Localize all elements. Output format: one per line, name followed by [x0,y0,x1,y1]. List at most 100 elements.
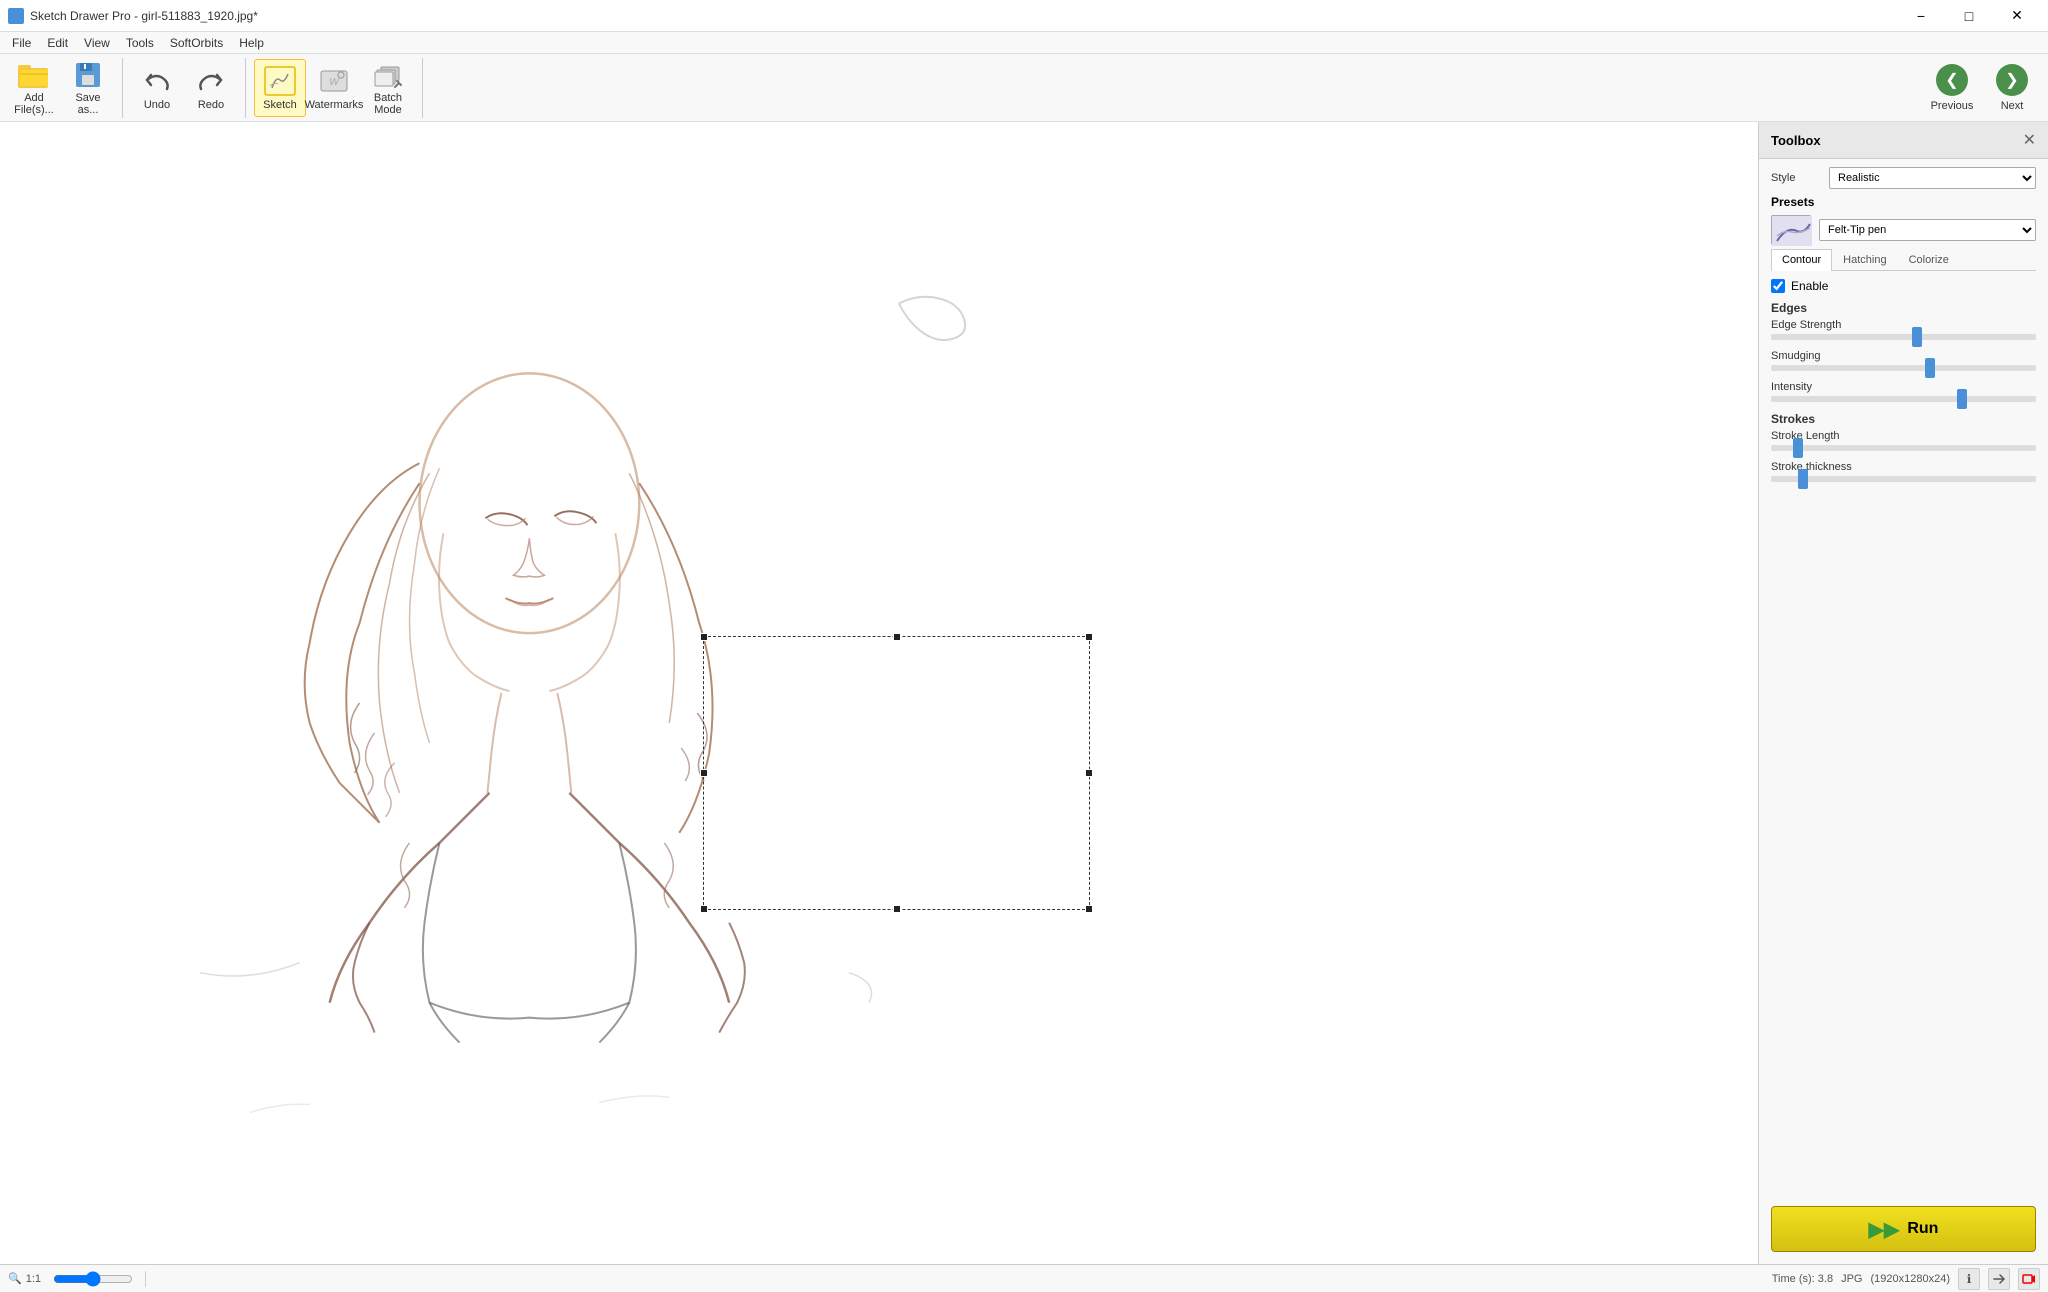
presets-icon [1771,215,1811,245]
batch-icon [372,60,404,90]
menu-help[interactable]: Help [231,32,272,54]
save-icon [72,60,104,90]
status-divider [145,1271,146,1287]
strokes-header: Strokes [1771,412,2036,426]
canvas-area[interactable] [0,122,1758,1264]
next-button[interactable]: ❯ Next [1984,59,2040,117]
stroke-length-row: Stroke Length [1771,430,2036,451]
menu-bar: File Edit View Tools SoftOrbits Help [0,32,2048,54]
menu-softorbits[interactable]: SoftOrbits [162,32,231,54]
tab-hatching[interactable]: Hatching [1832,249,1897,270]
batch-mode-button[interactable]: Batch Mode [362,59,414,117]
zoom-icon: 🔍 [8,1272,22,1285]
edge-strength-label: Edge Strength [1771,319,2036,331]
undo-button[interactable]: Undo [131,59,183,117]
previous-button[interactable]: ❮ Previous [1924,59,1980,117]
previous-icon: ❮ [1936,64,1968,96]
zoom-level: 1:1 [26,1273,41,1285]
next-icon: ❯ [1996,64,2028,96]
menu-file[interactable]: File [4,32,39,54]
intensity-slider[interactable] [1771,396,2036,402]
presets-label: Presets [1771,195,2036,209]
presets-select[interactable]: Felt-Tip pen [1819,219,2036,241]
toolbox-close-button[interactable]: ✕ [2023,130,2036,150]
redo-label: Redo [198,99,224,111]
menu-edit[interactable]: Edit [39,32,76,54]
format-label: JPG [1841,1273,1862,1285]
run-arrow-icon: ▶▶ [1869,1217,1900,1242]
edge-strength-thumb[interactable] [1912,327,1922,347]
maximize-button[interactable]: □ [1946,0,1992,32]
watermarks-icon: W [318,65,350,97]
style-label: Style [1771,172,1821,184]
undo-label: Undo [144,99,170,111]
close-button[interactable]: ✕ [1994,0,2040,32]
status-bar: 🔍 1:1 Time (s): 3.8 JPG (1920x1280x24) ℹ [0,1264,2048,1292]
dimensions-label: (1920x1280x24) [1870,1273,1950,1285]
enable-checkbox[interactable] [1771,279,1785,293]
app-icon [8,8,24,24]
toolbar: Add File(s)... Save as... Undo [0,54,2048,122]
stroke-thickness-label: Stroke thickness [1771,461,2036,473]
minimize-button[interactable]: − [1898,0,1944,32]
intensity-label: Intensity [1771,381,2036,393]
smudging-thumb[interactable] [1925,358,1935,378]
watermarks-button[interactable]: W Watermarks [308,59,360,117]
status-right: Time (s): 3.8 JPG (1920x1280x24) ℹ [1772,1268,2040,1290]
save-as-label: Save as... [75,92,100,116]
intensity-thumb[interactable] [1957,389,1967,409]
status-zoom: 🔍 1:1 [8,1272,41,1285]
navigation-area: ❮ Previous ❯ Next [1924,59,2040,117]
save-as-button[interactable]: Save as... [62,59,114,117]
stroke-thickness-thumb[interactable] [1798,469,1808,489]
zoom-slider[interactable] [53,1271,133,1287]
toolbox-tabs: Contour Hatching Colorize [1771,249,2036,271]
stroke-length-label: Stroke Length [1771,430,2036,442]
stroke-thickness-row: Stroke thickness [1771,461,2036,482]
canvas-inner [0,122,1758,1264]
batch-mode-label: Batch Mode [374,92,402,116]
enable-label: Enable [1791,279,1828,293]
stroke-thickness-slider[interactable] [1771,476,2036,482]
style-row: Style Realistic [1771,167,2036,189]
stroke-length-thumb[interactable] [1793,438,1803,458]
window-controls: − □ ✕ [1898,0,2040,32]
undo-icon [141,65,173,97]
window-title: Sketch Drawer Pro - girl-511883_1920.jpg… [30,9,258,23]
toolbar-file-group: Add File(s)... Save as... [8,58,123,118]
add-files-button[interactable]: Add File(s)... [8,59,60,117]
add-files-label: Add File(s)... [14,92,54,116]
info-button[interactable]: ℹ [1958,1268,1980,1290]
share-button[interactable] [1988,1268,2010,1290]
smudging-row: Smudging [1771,350,2036,371]
menu-view[interactable]: View [76,32,118,54]
toolbox-title: Toolbox [1771,133,1821,148]
run-button[interactable]: ▶▶ Run [1771,1206,2036,1252]
edge-strength-row: Edge Strength [1771,319,2036,340]
style-select[interactable]: Realistic [1829,167,2036,189]
sketch-button[interactable]: Sketch [254,59,306,117]
edge-strength-slider[interactable] [1771,334,2036,340]
presets-row: Felt-Tip pen [1771,215,2036,245]
menu-tools[interactable]: Tools [118,32,162,54]
title-bar: Sketch Drawer Pro - girl-511883_1920.jpg… [0,0,2048,32]
folder-icon [18,60,50,90]
sketch-image [0,122,1758,1264]
tab-colorize[interactable]: Colorize [1898,249,1960,270]
next-label: Next [2001,100,2024,112]
sketch-icon [264,65,296,97]
video-button[interactable] [2018,1268,2040,1290]
toolbar-edit-group: Undo Redo [131,58,246,118]
intensity-row: Intensity [1771,381,2036,402]
tab-contour[interactable]: Contour [1771,249,1832,271]
run-button-area: ▶▶ Run [1759,1194,2048,1264]
smudging-slider[interactable] [1771,365,2036,371]
run-label: Run [1907,1220,1938,1238]
redo-button[interactable]: Redo [185,59,237,117]
redo-icon [195,65,227,97]
watermarks-label: Watermarks [305,99,364,111]
stroke-length-slider[interactable] [1771,445,2036,451]
toolbox-header: Toolbox ✕ [1759,122,2048,159]
toolbox-panel: Toolbox ✕ Style Realistic Presets [1758,122,2048,1264]
main-content: Toolbox ✕ Style Realistic Presets [0,122,2048,1264]
